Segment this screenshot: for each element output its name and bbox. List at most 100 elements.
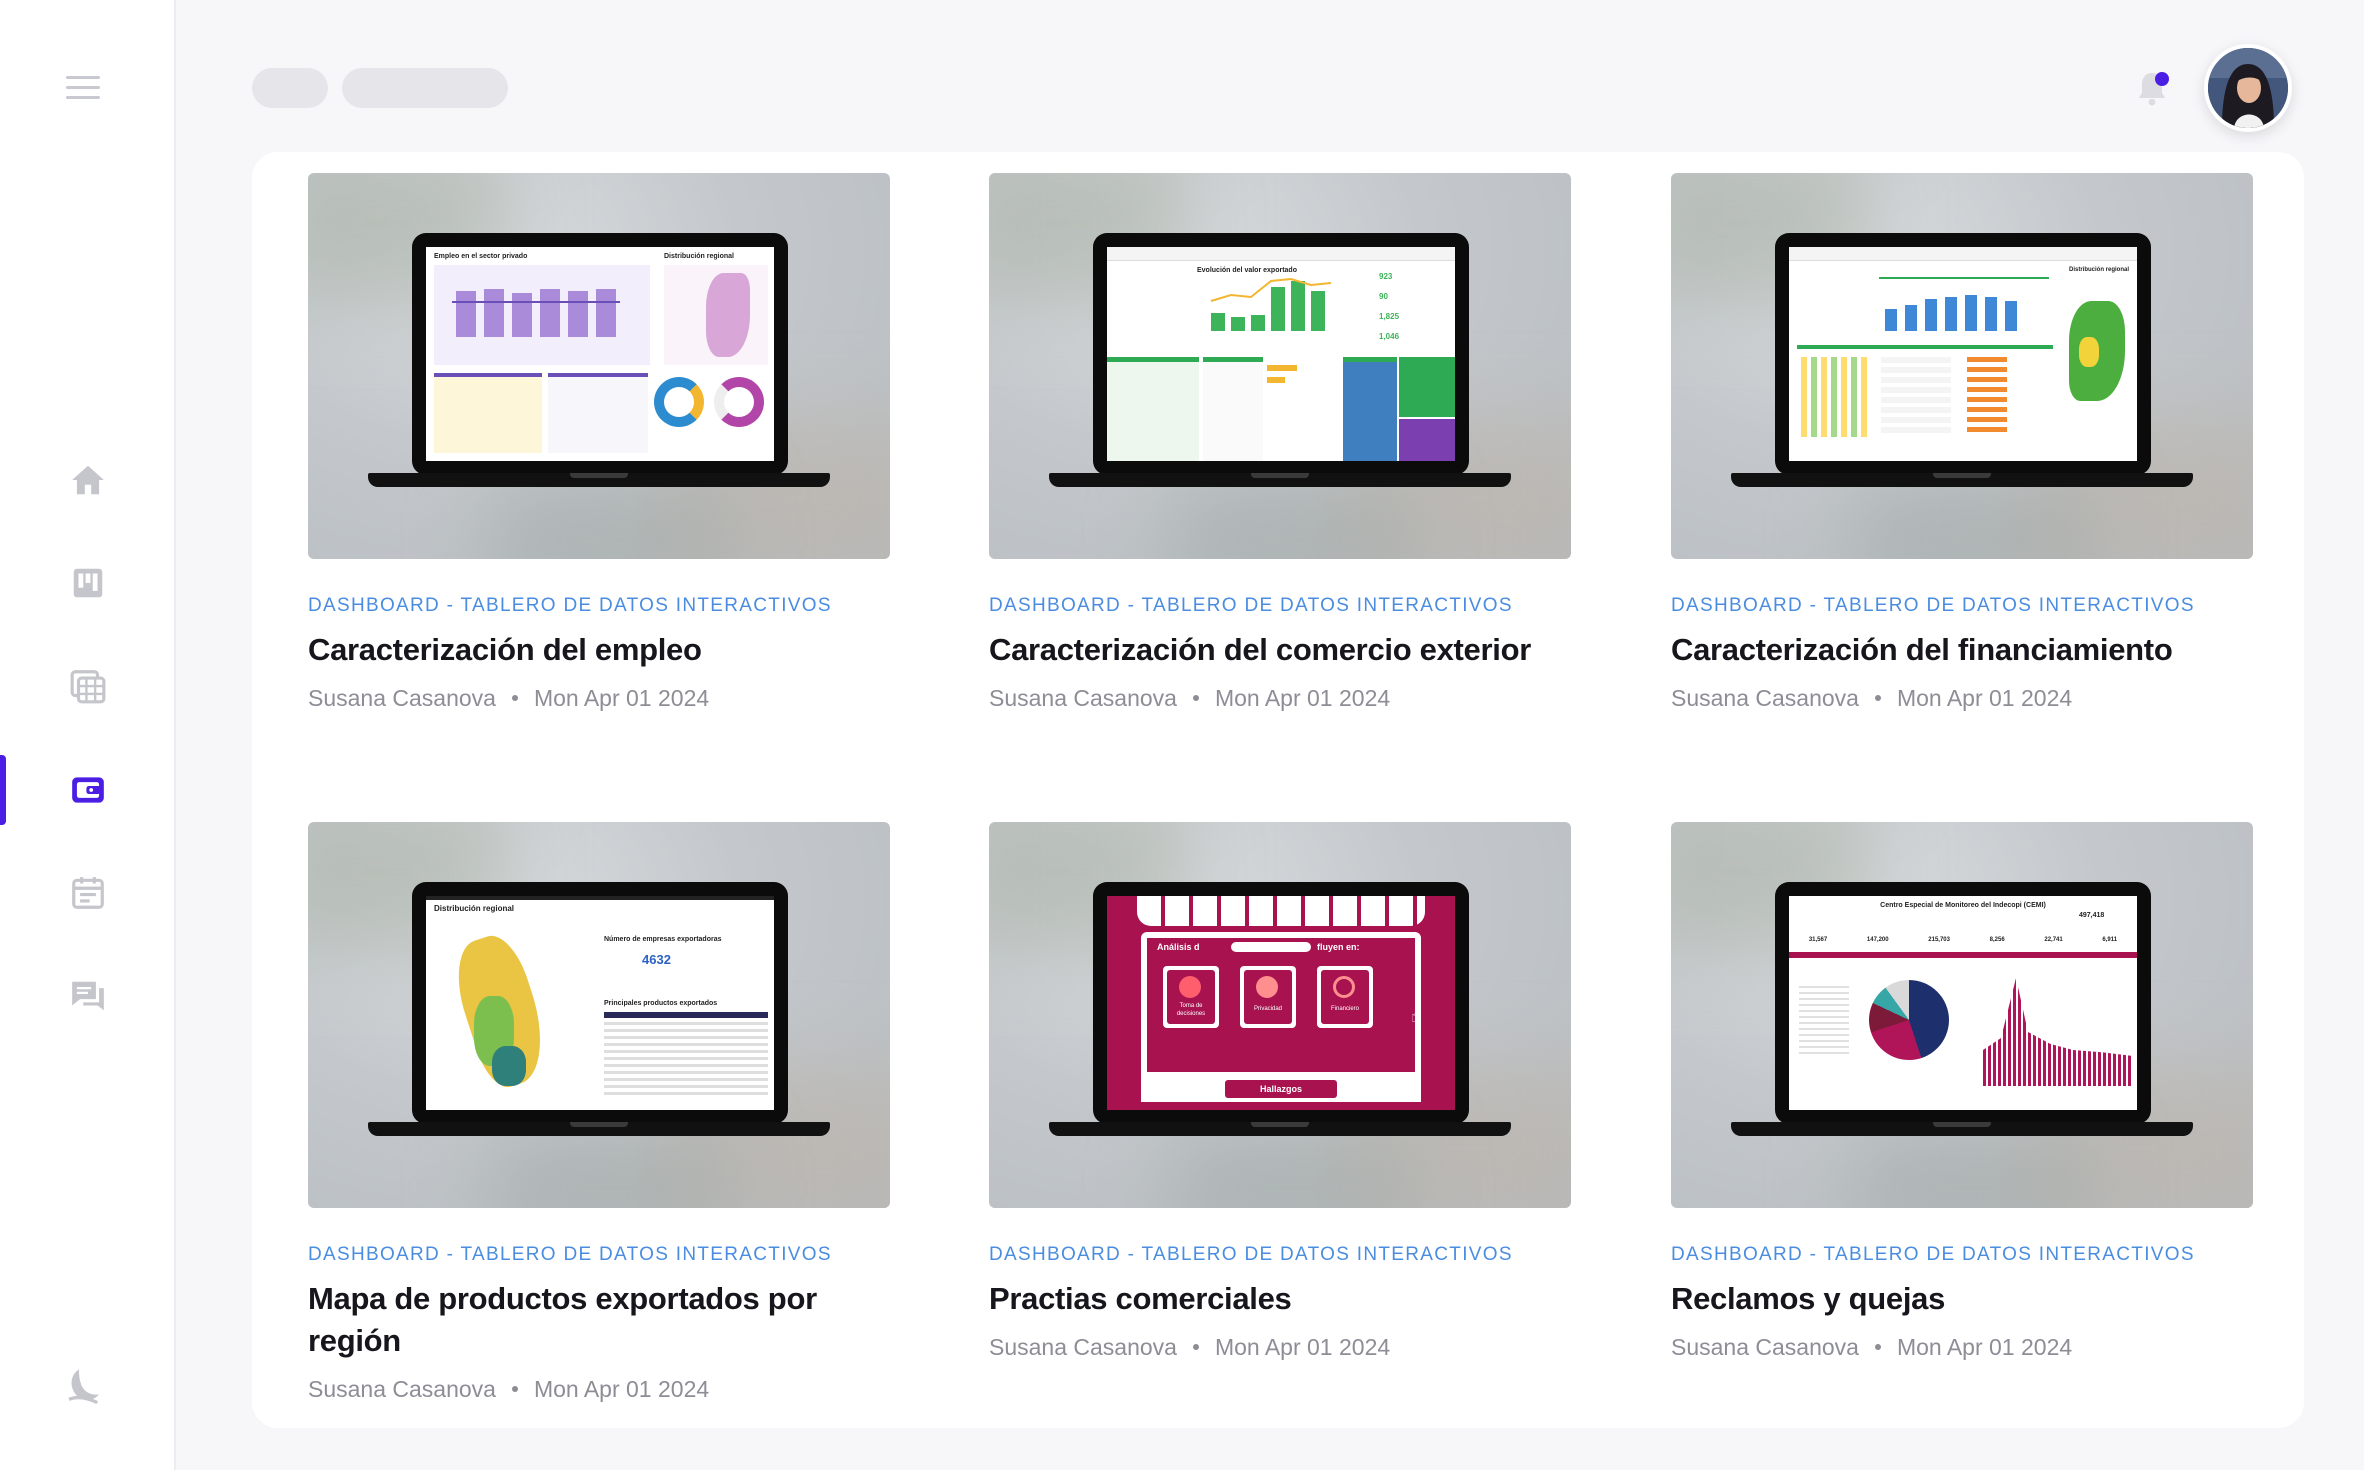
separator-dot bbox=[511, 694, 518, 701]
active-indicator bbox=[0, 755, 6, 825]
thumb-heading-end: fluyen en: bbox=[1317, 942, 1360, 952]
card-category: DASHBOARD - TABLERO DE DATOS INTERACTIVO… bbox=[1671, 1244, 2195, 1265]
thumb-stat: 497,418 bbox=[2079, 912, 2105, 919]
laptop-mockup: Análisis d fluyen en: Toma de decisiones… bbox=[1093, 882, 1469, 1124]
card-meta: Susana Casanova Mon Apr 01 2024 bbox=[308, 685, 709, 712]
sidebar-item-home[interactable] bbox=[0, 445, 176, 515]
thumb-title: Empleo en el sector privado bbox=[434, 253, 528, 260]
laptop-mockup: Empleo en el sector privado Distribución… bbox=[412, 233, 788, 475]
user-avatar bbox=[2208, 48, 2288, 128]
card-title[interactable]: Practias comerciales bbox=[989, 1278, 1571, 1320]
card-author: Susana Casanova bbox=[308, 1376, 496, 1402]
laptop-mockup: Distribución regional bbox=[1775, 233, 2151, 475]
card-category: DASHBOARD - TABLERO DE DATOS INTERACTIVO… bbox=[989, 595, 1513, 616]
thumb-label: Privacidad bbox=[1253, 1006, 1282, 1012]
thumb-subtitle: Número de empresas exportadoras bbox=[604, 936, 722, 943]
dashboard-card[interactable]: Evolución del valor exportado 923 90 1,8… bbox=[989, 173, 1571, 873]
thumb-title: Distribución regional bbox=[434, 904, 515, 913]
thumb-subtitle: Distribución regional bbox=[664, 253, 735, 260]
wallet-icon bbox=[72, 777, 104, 803]
card-date: Mon Apr 01 2024 bbox=[1214, 685, 1391, 711]
dashboard-card[interactable]: Centro Especial de Monitoreo del Indecop… bbox=[1671, 822, 2253, 1422]
card-title[interactable]: Caracterización del financiamiento bbox=[1671, 629, 2253, 671]
laptop-mockup: Distribución regional Número de empresas… bbox=[412, 882, 788, 1124]
breadcrumb-placeholder bbox=[252, 68, 328, 108]
dashboard-card[interactable]: Empleo en el sector privado Distribución… bbox=[308, 173, 890, 873]
card-date: Mon Apr 01 2024 bbox=[1896, 1334, 2073, 1360]
dashboard-card[interactable]: Distribución regional DASHBOARD - TABLER… bbox=[1671, 173, 2253, 873]
dashboard-card[interactable]: Análisis d fluyen en: Toma de decisiones… bbox=[989, 822, 1571, 1422]
thumb-title: Centro Especial de Monitoreo del Indecop… bbox=[1880, 902, 2046, 909]
card-title[interactable]: Reclamos y quejas bbox=[1671, 1278, 2253, 1320]
thumb-footer: Hallazgos bbox=[1225, 1080, 1337, 1098]
card-category: DASHBOARD - TABLERO DE DATOS INTERACTIVO… bbox=[308, 595, 832, 616]
thumb-stat: 31,567 bbox=[1808, 937, 1828, 943]
content-panel: Empleo en el sector privado Distribución… bbox=[252, 152, 2304, 1428]
thumb-heading: Análisis d bbox=[1157, 942, 1200, 952]
card-category: DASHBOARD - TABLERO DE DATOS INTERACTIVO… bbox=[308, 1244, 832, 1265]
sidebar-item-schedule[interactable] bbox=[0, 858, 176, 928]
card-thumbnail: Análisis d fluyen en: Toma de decisiones… bbox=[989, 822, 1571, 1208]
card-title[interactable]: Mapa de productos exportados por región bbox=[308, 1278, 890, 1362]
calendar-icon bbox=[72, 877, 104, 909]
breadcrumb-placeholder bbox=[342, 68, 508, 108]
card-thumbnail: Evolución del valor exportado 923 90 1,8… bbox=[989, 173, 1571, 559]
card-date: Mon Apr 01 2024 bbox=[1214, 1334, 1391, 1360]
dashboard-card[interactable]: Distribución regional Número de empresas… bbox=[308, 822, 890, 1422]
thumb-label: Toma de decisiones bbox=[1176, 1003, 1206, 1017]
thumb-stat: 1,046 bbox=[1379, 332, 1400, 341]
separator-dot bbox=[1874, 694, 1881, 701]
thumb-label: Financiero bbox=[1330, 1006, 1359, 1012]
pointer-hand-icon: ☝ bbox=[1411, 1006, 1422, 1026]
sidebar bbox=[0, 0, 176, 1470]
card-date: Mon Apr 01 2024 bbox=[1896, 685, 2073, 711]
chat-icon bbox=[72, 981, 104, 1011]
laptop-mockup: Evolución del valor exportado 923 90 1,8… bbox=[1093, 233, 1469, 475]
thumb-stat: 215,703 bbox=[1928, 937, 1950, 943]
card-author: Susana Casanova bbox=[989, 685, 1177, 711]
kanban-board-icon bbox=[73, 568, 103, 598]
card-author: Susana Casanova bbox=[308, 685, 496, 711]
card-author: Susana Casanova bbox=[1671, 1334, 1859, 1360]
thumb-stat: 6,911 bbox=[2102, 937, 2118, 943]
card-date: Mon Apr 01 2024 bbox=[533, 1376, 710, 1402]
card-author: Susana Casanova bbox=[989, 1334, 1177, 1360]
card-date: Mon Apr 01 2024 bbox=[533, 685, 710, 711]
separator-dot bbox=[1192, 1343, 1199, 1350]
separator-dot bbox=[511, 1385, 518, 1392]
calendar-grid-icon bbox=[70, 670, 106, 704]
thumb-list-title: Principales productos exportados bbox=[604, 1000, 718, 1007]
separator-dot bbox=[1192, 694, 1199, 701]
thumb-stat: 1,825 bbox=[1379, 312, 1400, 321]
card-title[interactable]: Caracterización del comercio exterior bbox=[989, 629, 1571, 671]
hamburger-menu-icon[interactable] bbox=[66, 76, 102, 102]
separator-dot bbox=[1874, 1343, 1881, 1350]
card-category: DASHBOARD - TABLERO DE DATOS INTERACTIVO… bbox=[989, 1244, 1513, 1265]
sidebar-item-wallet[interactable] bbox=[0, 755, 176, 825]
card-meta: Susana Casanova Mon Apr 01 2024 bbox=[1671, 1334, 2072, 1361]
thumb-subtitle: Distribución regional bbox=[2069, 267, 2130, 273]
theme-toggle[interactable] bbox=[64, 1366, 104, 1406]
avatar[interactable] bbox=[2204, 44, 2292, 132]
card-meta: Susana Casanova Mon Apr 01 2024 bbox=[989, 1334, 1390, 1361]
card-category: DASHBOARD - TABLERO DE DATOS INTERACTIVO… bbox=[1671, 595, 2195, 616]
laptop-mockup: Centro Especial de Monitoreo del Indecop… bbox=[1775, 882, 2151, 1124]
card-meta: Susana Casanova Mon Apr 01 2024 bbox=[308, 1376, 709, 1403]
sidebar-item-calendar-grid[interactable] bbox=[0, 651, 176, 721]
thumb-stat: 8,256 bbox=[1989, 937, 2005, 943]
sidebar-item-board[interactable] bbox=[0, 548, 176, 618]
notification-badge bbox=[2155, 72, 2169, 86]
thumb-stat: 4632 bbox=[642, 952, 671, 967]
thumb-stat: 923 bbox=[1379, 272, 1393, 281]
card-thumbnail: Distribución regional bbox=[1671, 173, 2253, 559]
thumb-stat: 147,200 bbox=[1866, 937, 1889, 943]
thumb-stat: 22,741 bbox=[2044, 937, 2063, 943]
card-author: Susana Casanova bbox=[1671, 685, 1859, 711]
moon-icon bbox=[68, 1369, 99, 1405]
card-thumbnail: Empleo en el sector privado Distribución… bbox=[308, 173, 890, 559]
thumb-stat: 90 bbox=[1379, 292, 1388, 301]
card-thumbnail: Centro Especial de Monitoreo del Indecop… bbox=[1671, 822, 2253, 1208]
sidebar-item-messages[interactable] bbox=[0, 961, 176, 1031]
card-meta: Susana Casanova Mon Apr 01 2024 bbox=[1671, 685, 2072, 712]
card-title[interactable]: Caracterización del empleo bbox=[308, 629, 890, 671]
